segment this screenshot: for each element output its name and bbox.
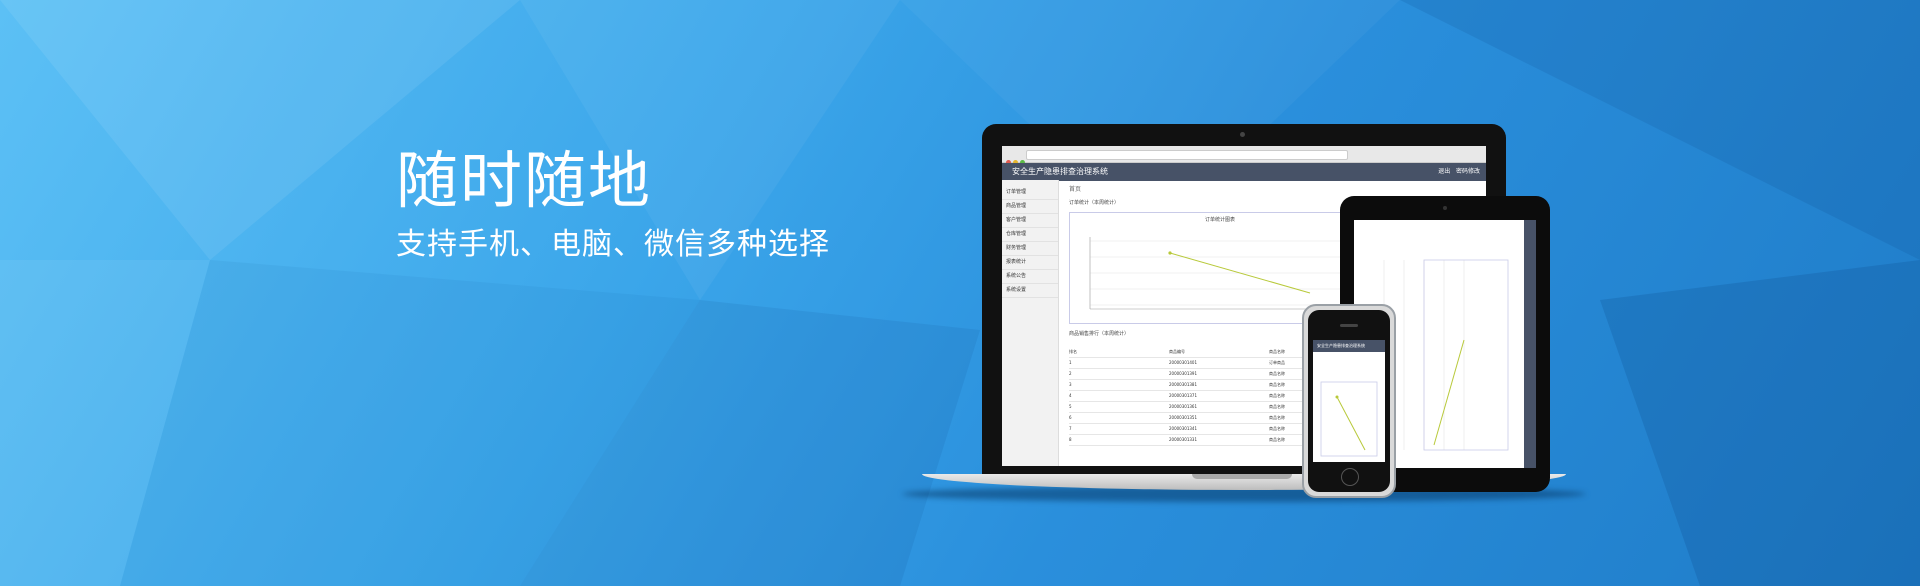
table-cell: 6 [1069,415,1072,420]
chart-point [1168,251,1172,255]
phone-chart-line [1336,396,1366,451]
table-cell: 1 [1069,360,1072,365]
headline-subtitle: 支持手机、电脑、微信多种选择 [396,227,830,262]
table-cell: 20000301401 [1169,360,1197,365]
app-header: 安全生产隐患排查治理系统 退出 密码修改 [1002,163,1486,181]
laptop-notch [1192,474,1292,479]
table-cell: 20000301391 [1169,371,1197,376]
column-header: 排名 [1069,349,1077,354]
table-cell: 3 [1069,382,1072,387]
phone-device: 安全生产隐患排查治理系统 [1302,304,1396,498]
app-title: 安全生产隐患排查治理系统 [1012,167,1108,176]
table-cell: 5 [1069,404,1072,409]
tablet-chart-frame [1423,259,1509,451]
sidebar-item: 商品管理 [1002,200,1058,214]
table-cell: 4 [1069,393,1072,398]
table-cell: 7 [1069,426,1072,431]
home-button-icon [1341,468,1359,486]
phone-chart [1320,381,1378,457]
phone-app-bar: 安全生产隐患排查治理系统 [1313,340,1385,352]
tablet-app-bar [1524,220,1536,468]
table-cell: 8 [1069,437,1072,442]
sidebar-item: 仓库管理 [1002,228,1058,242]
table-cell: 20000301371 [1169,393,1197,398]
headline-title: 随时随地 [396,144,653,217]
column-header: 商品编号 [1169,349,1185,354]
chart-title: 订单统计图表 [1204,217,1235,223]
logout-link: 退出 [1438,168,1451,175]
table-cell: 20000301341 [1169,426,1197,431]
chart-gridlines [1090,240,1360,306]
camera-icon [1240,132,1245,137]
table-cell: 20000301331 [1169,437,1197,442]
speaker-icon [1340,324,1358,327]
browser-toolbar [1002,146,1486,165]
table-cell: 20000301361 [1169,404,1197,409]
password-link: 密码修改 [1455,168,1480,175]
sidebar-item: 财务管理 [1002,242,1058,256]
tablet-chart-line [1433,339,1465,446]
sidebar-item: 报表统计 [1002,256,1058,270]
sidebar-item: 客户管理 [1002,214,1058,228]
sidebar: 订单管理 商品管理 客户管理 仓库管理 财务管理 报表统计 系统公告 系统设置 [1002,180,1059,466]
table-cell: 20000301351 [1169,415,1197,420]
breadcrumb: 首页 [1069,186,1082,193]
headline-block: 随时随地 支持手机、电脑、微信多种选择 [396,150,830,260]
table-cell: 2 [1069,371,1072,376]
hero-banner: 随时随地 支持手机、电脑、微信多种选择 安全生产隐患排查治理系统 退出 密码修改… [0,0,1920,586]
phone-body: 安全生产隐患排查治理系统 [1308,310,1390,492]
phone-chart-point [1335,395,1339,399]
address-bar [1026,150,1348,160]
sidebar-item: 系统公告 [1002,270,1058,284]
camera-icon [1443,206,1447,210]
header-actions: 退出 密码修改 [1438,163,1480,181]
sidebar-item: 订单管理 [1002,186,1058,200]
phone-screen: 安全生产隐患排查治理系统 [1313,340,1385,462]
sidebar-item: 系统设置 [1002,284,1058,298]
table-cell: 20000301381 [1169,382,1197,387]
